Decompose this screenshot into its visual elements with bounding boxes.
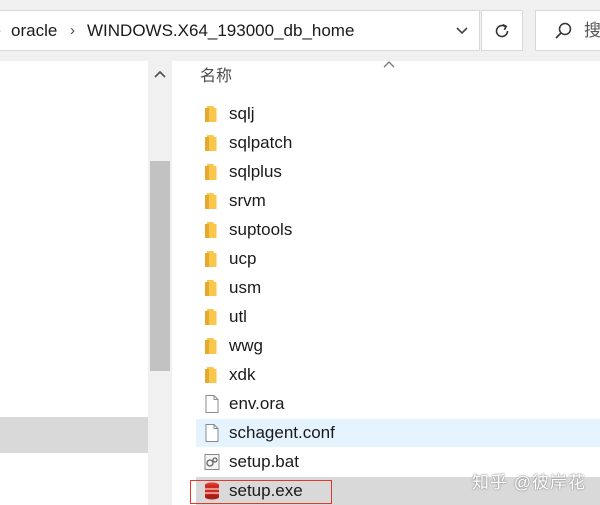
item-name: sqlpatch — [229, 133, 293, 152]
breadcrumb-separator-icon[interactable]: › — [70, 11, 75, 50]
folder-icon — [205, 338, 217, 354]
folder-icon — [205, 280, 217, 296]
file-icon — [205, 424, 219, 442]
item-name: sqlj — [229, 104, 255, 123]
item-name: setup.bat — [229, 452, 299, 471]
list-item[interactable]: env.ora — [196, 390, 600, 418]
nav-selected-item[interactable] — [0, 417, 148, 453]
item-name: schagent.conf — [229, 423, 335, 442]
refresh-icon — [495, 23, 509, 37]
batch-file-icon — [204, 454, 220, 470]
list-item[interactable]: sqlj — [196, 100, 600, 128]
list-item[interactable]: srvm — [196, 187, 600, 215]
file-icon — [205, 395, 219, 413]
list-item[interactable]: schagent.conf — [196, 419, 600, 447]
list-item[interactable]: ucp — [196, 245, 600, 273]
folder-icon — [205, 164, 217, 180]
folder-icon — [205, 367, 217, 383]
refresh-button[interactable] — [481, 10, 523, 51]
item-name: suptools — [229, 220, 293, 239]
folder-icon — [205, 193, 217, 209]
list-item[interactable]: sqlpatch — [196, 129, 600, 157]
folder-icon — [205, 135, 217, 151]
folder-icon — [205, 251, 217, 267]
list-item[interactable]: usm — [196, 274, 600, 302]
item-name: usm — [229, 278, 262, 297]
search-input[interactable]: 搜 — [535, 10, 600, 51]
sort-ascending-icon — [382, 57, 402, 71]
list-item[interactable]: xdk — [196, 361, 600, 389]
watermark: 知乎 @彼岸花 — [472, 473, 586, 492]
breadcrumb-separator-icon[interactable]: › — [0, 11, 1, 50]
item-name: srvm — [229, 191, 266, 210]
search-icon — [555, 22, 572, 39]
list-item[interactable]: sqlplus — [196, 158, 600, 186]
search-placeholder: 搜 — [584, 21, 600, 40]
highlight-outline — [190, 480, 332, 504]
folder-icon — [205, 309, 217, 325]
item-name: sqlplus — [229, 162, 282, 181]
item-name: env.ora — [229, 394, 285, 413]
breadcrumb-db-home[interactable]: WINDOWS.X64_193000_db_home — [87, 11, 354, 50]
address-toolbar: › oracle › WINDOWS.X64_193000_db_home 搜 — [0, 0, 600, 61]
item-name: utl — [229, 307, 247, 326]
navigation-pane[interactable] — [0, 61, 148, 505]
list-item[interactable]: utl — [196, 303, 600, 331]
list-item[interactable]: suptools — [196, 216, 600, 244]
file-list: 名称 sqlj sqlpatch sqlplus srvm suptools u… — [172, 61, 600, 505]
list-item[interactable]: wwg — [196, 332, 600, 360]
item-name: wwg — [229, 336, 264, 355]
address-bar[interactable]: › oracle › WINDOWS.X64_193000_db_home — [0, 10, 480, 51]
column-header-name[interactable]: 名称 — [200, 65, 232, 89]
scroll-up-arrow-icon[interactable] — [148, 61, 172, 87]
item-name: xdk — [229, 365, 256, 384]
breadcrumb-oracle[interactable]: oracle — [11, 11, 57, 50]
scroll-thumb[interactable] — [150, 161, 170, 371]
chevron-down-icon[interactable] — [450, 11, 474, 50]
folder-icon — [205, 222, 217, 238]
nav-scrollbar[interactable] — [148, 61, 172, 505]
folder-icon — [205, 106, 217, 122]
item-name: ucp — [229, 249, 257, 268]
